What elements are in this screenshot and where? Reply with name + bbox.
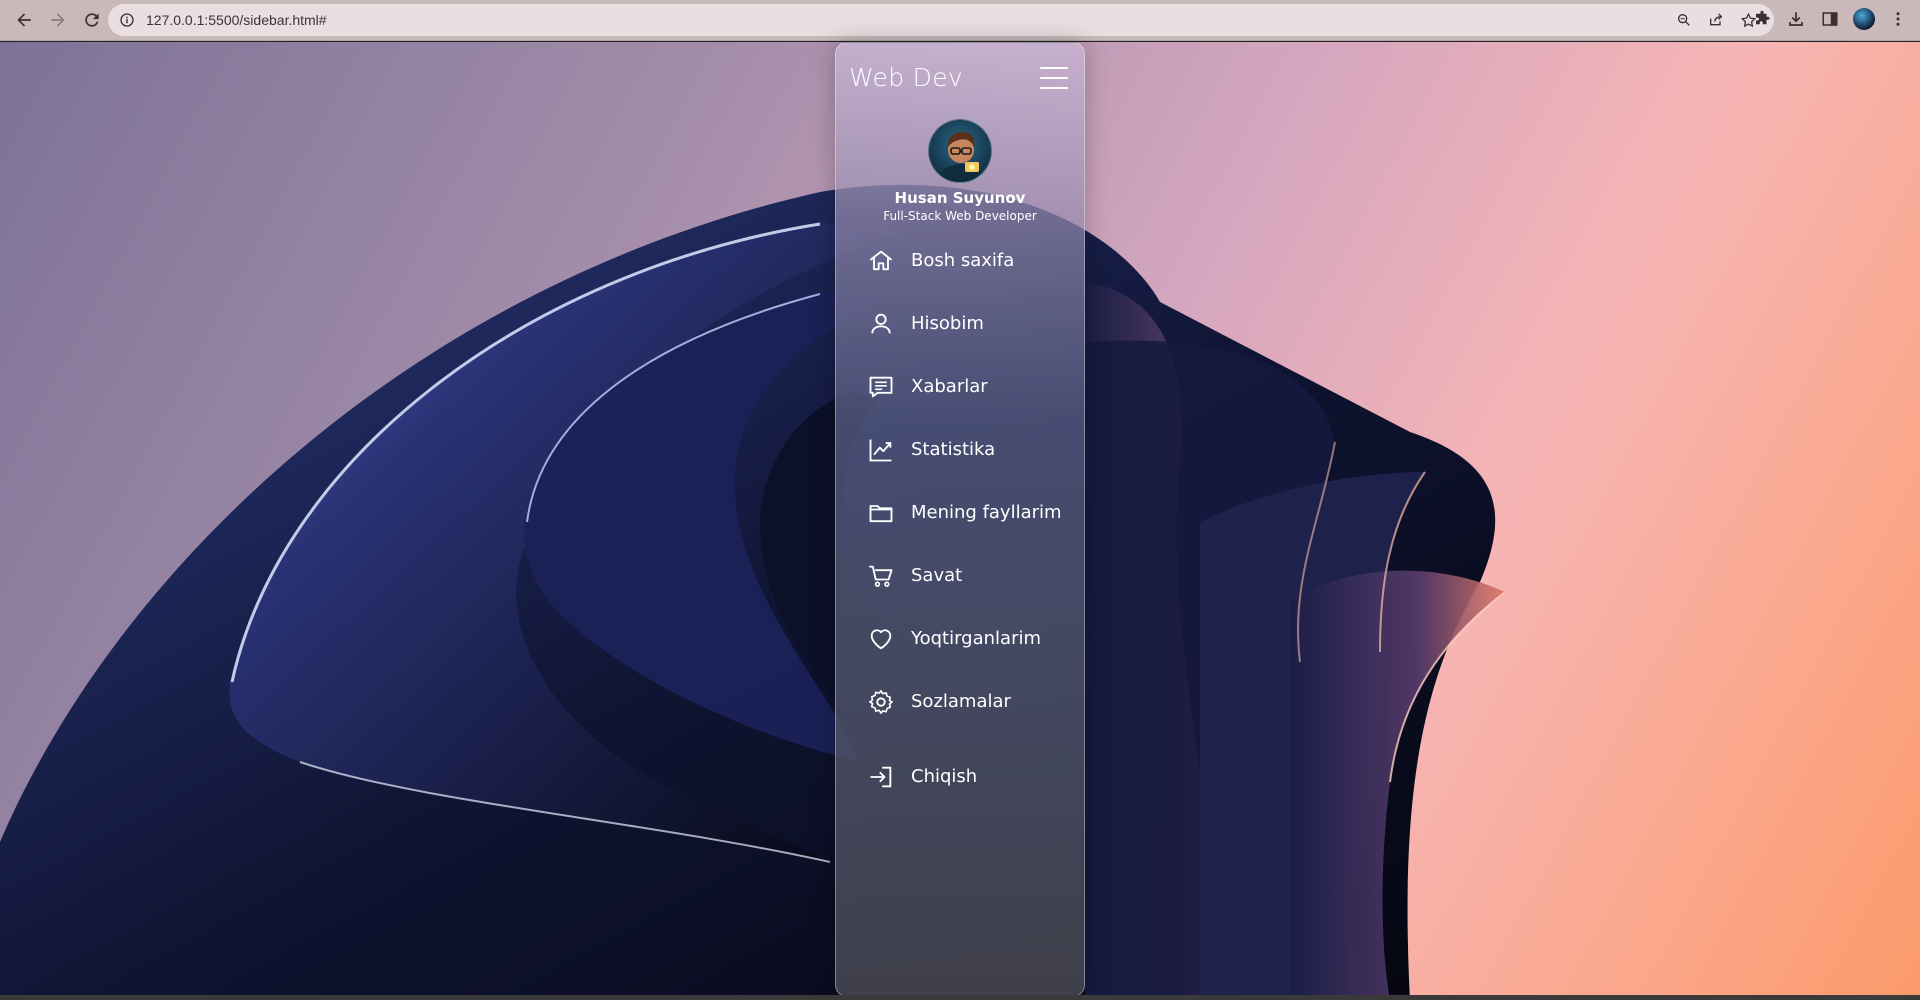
- reload-button[interactable]: [76, 4, 108, 36]
- chart-icon: [867, 436, 895, 464]
- share-icon[interactable]: [1706, 10, 1726, 30]
- back-icon: [17, 13, 31, 27]
- sidepanel-icon[interactable]: [1818, 7, 1842, 31]
- reload-icon: [85, 13, 99, 27]
- forward-button[interactable]: [42, 4, 74, 36]
- sidebar-item-label: Yoqtirganlarim: [911, 628, 1042, 649]
- home-icon: [867, 247, 895, 275]
- sidebar-item-home[interactable]: Bosh saxifa: [836, 229, 1084, 292]
- user-icon: [867, 310, 895, 338]
- sidebar-item-label: Sozlamalar: [911, 691, 1011, 712]
- profile-avatar[interactable]: [1852, 7, 1876, 31]
- browser-toolbar: 127.0.0.1:5500/sidebar.html#: [0, 0, 1920, 41]
- logout-icon: [867, 763, 895, 791]
- gear-icon: [867, 688, 895, 716]
- heart-icon: [867, 625, 895, 653]
- kebab-menu-icon[interactable]: [1886, 7, 1910, 31]
- bottom-edge: [0, 995, 1920, 1000]
- sidebar-item-label: Statistika: [911, 439, 996, 460]
- sidebar-item-cart[interactable]: Savat: [836, 544, 1084, 607]
- avatar[interactable]: [928, 119, 992, 183]
- info-icon[interactable]: [118, 11, 136, 29]
- sidebar-menu: Bosh saxifa Hisobim Xabarlar Statistika …: [836, 229, 1084, 808]
- sidebar-item-favorites[interactable]: Yoqtirganlarim: [836, 607, 1084, 670]
- user-role: Full-Stack Web Developer: [883, 209, 1037, 223]
- extensions-icon[interactable]: [1750, 7, 1774, 31]
- zoom-icon[interactable]: [1674, 10, 1694, 30]
- forward-icon: [51, 13, 65, 27]
- sidebar-item-statistics[interactable]: Statistika: [836, 418, 1084, 481]
- cart-icon: [867, 562, 895, 590]
- brand-title: Web Dev: [849, 63, 963, 92]
- address-bar[interactable]: 127.0.0.1:5500/sidebar.html#: [108, 4, 1774, 36]
- download-icon[interactable]: [1784, 7, 1808, 31]
- url-text[interactable]: 127.0.0.1:5500/sidebar.html#: [146, 12, 327, 28]
- hamburger-menu-icon[interactable]: [1040, 67, 1068, 91]
- sidebar-item-logout[interactable]: Chiqish: [836, 745, 1084, 808]
- sidebar-item-label: Chiqish: [911, 766, 978, 787]
- sidebar-item-label: Hisobim: [911, 313, 984, 334]
- sidebar-item-label: Bosh saxifa: [911, 250, 1015, 271]
- sidebar-item-label: Savat: [911, 565, 963, 586]
- sidebar-item-label: Xabarlar: [911, 376, 988, 397]
- user-profile: Husan Suyunov Full-Stack Web Developer: [836, 119, 1084, 223]
- message-icon: [867, 373, 895, 401]
- sidebar-item-messages[interactable]: Xabarlar: [836, 355, 1084, 418]
- sidebar-item-account[interactable]: Hisobim: [836, 292, 1084, 355]
- back-button[interactable]: [8, 4, 40, 36]
- sidebar-item-settings[interactable]: Sozlamalar: [836, 670, 1084, 733]
- user-name: Husan Suyunov: [894, 189, 1026, 207]
- sidebar: Web Dev Husan Suyunov Full-Stack Web Dev…: [835, 42, 1085, 997]
- sidebar-item-label: Mening fayllarim: [911, 502, 1062, 523]
- sidebar-item-files[interactable]: Mening fayllarim: [836, 481, 1084, 544]
- folder-icon: [867, 499, 895, 527]
